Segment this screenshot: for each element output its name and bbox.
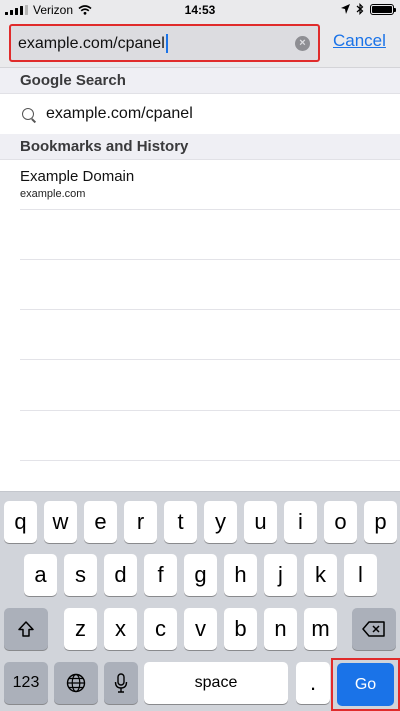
section-header-google: Google Search: [0, 68, 400, 94]
microphone-icon: [114, 673, 128, 693]
globe-icon: [66, 673, 86, 693]
key-w[interactable]: w: [44, 501, 77, 543]
text-caret: [165, 34, 168, 53]
key-a[interactable]: a: [24, 554, 57, 596]
key-z[interactable]: z: [64, 608, 97, 650]
list-separator: [20, 460, 400, 461]
key-b[interactable]: b: [224, 608, 257, 650]
key-l[interactable]: l: [344, 554, 377, 596]
section-title-bookmarks: Bookmarks and History: [20, 138, 189, 155]
list-separator: [20, 209, 400, 210]
key-x[interactable]: x: [104, 608, 137, 650]
key-v[interactable]: v: [184, 608, 217, 650]
key-d[interactable]: d: [104, 554, 137, 596]
key-p[interactable]: p: [364, 501, 397, 543]
location-icon: [341, 4, 350, 14]
clear-text-icon[interactable]: ×: [295, 36, 310, 51]
go-key-highlight: Go: [331, 658, 400, 711]
list-separator: [20, 309, 400, 310]
address-input-text: example.com/cpanel: [18, 34, 168, 53]
list-separator: [20, 359, 400, 360]
key-j[interactable]: j: [264, 554, 297, 596]
key-s[interactable]: s: [64, 554, 97, 596]
bluetooth-icon: [356, 3, 364, 15]
go-button[interactable]: Go: [337, 663, 394, 706]
numbers-key[interactable]: 123: [4, 662, 48, 704]
section-header-bookmarks: Bookmarks and History: [0, 134, 400, 160]
address-input[interactable]: example.com/cpanel ×: [9, 24, 320, 62]
section-title-google: Google Search: [20, 72, 126, 89]
key-g[interactable]: g: [184, 554, 217, 596]
shift-key[interactable]: [4, 608, 48, 650]
shift-icon: [18, 621, 34, 637]
key-n[interactable]: n: [264, 608, 297, 650]
key-m[interactable]: m: [304, 608, 337, 650]
key-u[interactable]: u: [244, 501, 277, 543]
key-k[interactable]: k: [304, 554, 337, 596]
key-h[interactable]: h: [224, 554, 257, 596]
address-bar-area: example.com/cpanel × Cancel: [0, 20, 400, 68]
key-i[interactable]: i: [284, 501, 317, 543]
list-separator: [20, 410, 400, 411]
globe-key[interactable]: [54, 662, 98, 704]
status-right: [341, 3, 396, 15]
clock: 14:53: [184, 3, 216, 17]
battery-icon: [370, 3, 396, 15]
backspace-icon: [362, 621, 385, 637]
key-r[interactable]: r: [124, 501, 157, 543]
key-t[interactable]: t: [164, 501, 197, 543]
search-suggestion-text: example.com/cpanel: [46, 105, 193, 122]
search-suggestion-row[interactable]: example.com/cpanel: [0, 94, 400, 134]
key-q[interactable]: q: [4, 501, 37, 543]
key-o[interactable]: o: [324, 501, 357, 543]
history-item[interactable]: Example Domain example.com: [0, 160, 400, 210]
key-f[interactable]: f: [144, 554, 177, 596]
history-item-url: example.com: [20, 188, 86, 200]
key-e[interactable]: e: [84, 501, 117, 543]
key-y[interactable]: y: [204, 501, 237, 543]
history-item-title: Example Domain: [20, 168, 135, 185]
status-bar: Verizon 14:53: [0, 0, 400, 20]
list-separator: [20, 259, 400, 260]
cancel-button[interactable]: Cancel: [333, 31, 386, 51]
space-key[interactable]: space: [144, 662, 288, 704]
dictation-key[interactable]: [104, 662, 138, 704]
period-key[interactable]: .: [296, 662, 330, 704]
key-c[interactable]: c: [144, 608, 177, 650]
address-value: example.com/cpanel: [18, 34, 165, 52]
backspace-key[interactable]: [352, 608, 396, 650]
search-icon: [22, 108, 34, 120]
